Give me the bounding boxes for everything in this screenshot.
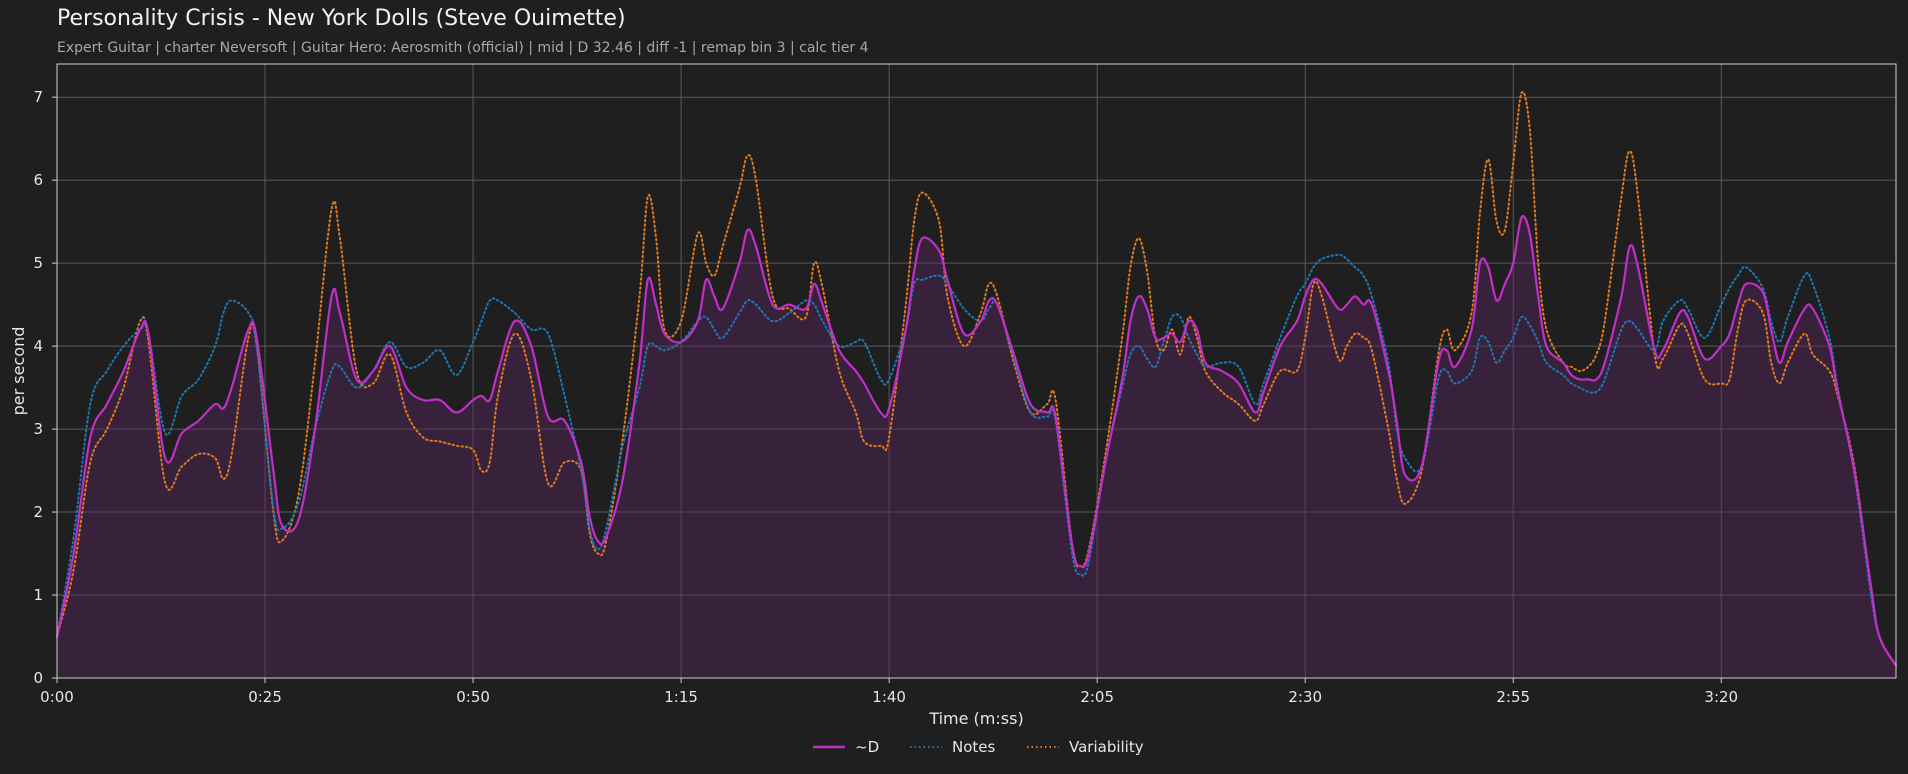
x-axis-label: Time (m:ss) [928, 709, 1023, 728]
x-tick-label: 3:20 [1704, 688, 1738, 706]
y-tick-label: 0 [33, 669, 43, 687]
x-tick-label: 1:40 [872, 688, 906, 706]
y-tick-label: 2 [33, 503, 43, 521]
series-area-fill [57, 216, 1896, 679]
y-tick-label: 6 [33, 171, 43, 189]
x-tick-label: 0:25 [248, 688, 282, 706]
legend-label: Notes [952, 738, 996, 756]
x-tick-label: 2:05 [1080, 688, 1114, 706]
y-tick-label: 4 [33, 337, 43, 355]
y-tick-label: 7 [33, 88, 43, 106]
legend-label: ~D [855, 738, 879, 756]
x-tick-label: 2:55 [1496, 688, 1530, 706]
chart-svg: 0:00 0:25 0:50 1:15 1:40 2:05 2:30 2:55 3:20 0 1 2 3… [9, 63, 1898, 756]
x-tick-label: 0:00 [40, 688, 74, 706]
legend-label: Variability [1069, 738, 1144, 756]
y-tick-label: 3 [33, 420, 43, 438]
y-tick-label: 1 [33, 586, 43, 604]
chart-root: Personality Crisis - New York Dolls (Ste… [0, 0, 1908, 774]
x-tick-label: 2:30 [1288, 688, 1322, 706]
fill-layer [57, 216, 1896, 679]
x-tick-label: 1:15 [664, 688, 698, 706]
y-axis-label: per second [9, 327, 28, 416]
x-tick-label: 0:50 [456, 688, 490, 706]
legend: ~D Notes Variability [813, 738, 1144, 756]
y-tick-label: 5 [33, 254, 43, 272]
